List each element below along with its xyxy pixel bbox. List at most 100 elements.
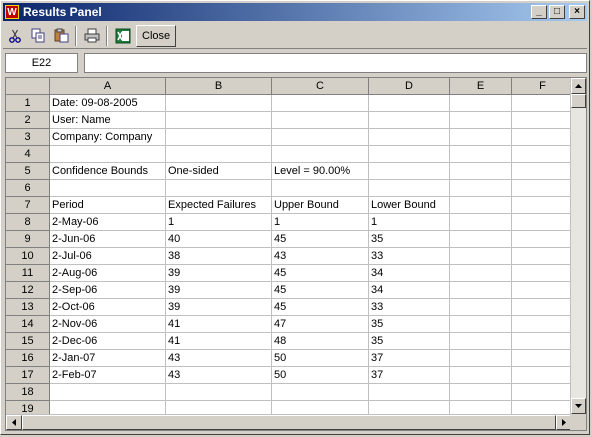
cell-f3[interactable] <box>512 129 574 146</box>
cell-e4[interactable] <box>450 146 512 163</box>
row-header[interactable]: 18 <box>6 384 50 401</box>
cell-b1[interactable] <box>166 95 272 112</box>
cell-name-box[interactable]: E22 <box>5 53 78 73</box>
cell-e7[interactable] <box>450 197 512 214</box>
row-header[interactable]: 1 <box>6 95 50 112</box>
column-header-a[interactable]: A <box>50 78 166 95</box>
cell-f11[interactable] <box>512 265 574 282</box>
cell-a17[interactable]: 2-Feb-07 <box>50 367 166 384</box>
cell-f14[interactable] <box>512 316 574 333</box>
cell-d6[interactable] <box>369 180 450 197</box>
cell-a5[interactable]: Confidence Bounds <box>50 163 166 180</box>
cell-b11[interactable]: 39 <box>166 265 272 282</box>
cell-e13[interactable] <box>450 299 512 316</box>
cell-e16[interactable] <box>450 350 512 367</box>
cell-d8[interactable]: 1 <box>369 214 450 231</box>
cell-b6[interactable] <box>166 180 272 197</box>
cell-f13[interactable] <box>512 299 574 316</box>
cell-e6[interactable] <box>450 180 512 197</box>
cell-e2[interactable] <box>450 112 512 129</box>
cell-a1[interactable]: Date: 09-08-2005 <box>50 95 166 112</box>
cell-c8[interactable]: 1 <box>272 214 369 231</box>
horizontal-scroll-thumb[interactable] <box>22 415 556 430</box>
cell-b5[interactable]: One-sided <box>166 163 272 180</box>
cell-a7[interactable]: Period <box>50 197 166 214</box>
cell-c13[interactable]: 45 <box>272 299 369 316</box>
cell-f18[interactable] <box>512 384 574 401</box>
cell-d12[interactable]: 34 <box>369 282 450 299</box>
row-header[interactable]: 14 <box>6 316 50 333</box>
row-header[interactable]: 8 <box>6 214 50 231</box>
cell-f6[interactable] <box>512 180 574 197</box>
cell-d14[interactable]: 35 <box>369 316 450 333</box>
close-window-button[interactable]: × <box>569 5 585 19</box>
vertical-scrollbar[interactable] <box>570 78 586 430</box>
cell-b4[interactable] <box>166 146 272 163</box>
row-header[interactable]: 15 <box>6 333 50 350</box>
cell-e9[interactable] <box>450 231 512 248</box>
column-header-c[interactable]: C <box>272 78 369 95</box>
cell-c1[interactable] <box>272 95 369 112</box>
row-header[interactable]: 12 <box>6 282 50 299</box>
cell-f10[interactable] <box>512 248 574 265</box>
cell-f4[interactable] <box>512 146 574 163</box>
column-header-e[interactable]: E <box>450 78 512 95</box>
cell-a18[interactable] <box>50 384 166 401</box>
cell-d16[interactable]: 37 <box>369 350 450 367</box>
cell-e11[interactable] <box>450 265 512 282</box>
cell-c15[interactable]: 48 <box>272 333 369 350</box>
formula-input[interactable] <box>84 53 587 73</box>
copy-button[interactable] <box>27 25 49 47</box>
cell-e14[interactable] <box>450 316 512 333</box>
cell-e17[interactable] <box>450 367 512 384</box>
cell-f12[interactable] <box>512 282 574 299</box>
column-header-d[interactable]: D <box>369 78 450 95</box>
cell-e12[interactable] <box>450 282 512 299</box>
cell-d10[interactable]: 33 <box>369 248 450 265</box>
cell-c17[interactable]: 50 <box>272 367 369 384</box>
cell-f16[interactable] <box>512 350 574 367</box>
horizontal-scrollbar[interactable] <box>6 414 572 430</box>
cell-a11[interactable]: 2-Aug-06 <box>50 265 166 282</box>
cell-e15[interactable] <box>450 333 512 350</box>
cell-c18[interactable] <box>272 384 369 401</box>
cell-b12[interactable]: 39 <box>166 282 272 299</box>
row-header[interactable]: 6 <box>6 180 50 197</box>
scroll-down-button[interactable] <box>571 398 586 414</box>
cell-b10[interactable]: 38 <box>166 248 272 265</box>
cell-a2[interactable]: User: Name <box>50 112 166 129</box>
cell-b8[interactable]: 1 <box>166 214 272 231</box>
cell-e10[interactable] <box>450 248 512 265</box>
cell-a9[interactable]: 2-Jun-06 <box>50 231 166 248</box>
print-button[interactable] <box>81 25 103 47</box>
row-header[interactable]: 2 <box>6 112 50 129</box>
cell-f15[interactable] <box>512 333 574 350</box>
row-header[interactable]: 7 <box>6 197 50 214</box>
row-header[interactable]: 13 <box>6 299 50 316</box>
cell-f8[interactable] <box>512 214 574 231</box>
cell-d18[interactable] <box>369 384 450 401</box>
cell-b18[interactable] <box>166 384 272 401</box>
cell-c2[interactable] <box>272 112 369 129</box>
row-header[interactable]: 10 <box>6 248 50 265</box>
cell-c16[interactable]: 50 <box>272 350 369 367</box>
cell-d9[interactable]: 35 <box>369 231 450 248</box>
cell-b9[interactable]: 40 <box>166 231 272 248</box>
cell-f9[interactable] <box>512 231 574 248</box>
row-header[interactable]: 5 <box>6 163 50 180</box>
cell-a3[interactable]: Company: Company <box>50 129 166 146</box>
cell-c14[interactable]: 47 <box>272 316 369 333</box>
cell-b7[interactable]: Expected Failures <box>166 197 272 214</box>
cell-d7[interactable]: Lower Bound <box>369 197 450 214</box>
cell-f2[interactable] <box>512 112 574 129</box>
cell-e1[interactable] <box>450 95 512 112</box>
cell-d17[interactable]: 37 <box>369 367 450 384</box>
minimize-button[interactable]: _ <box>531 5 547 19</box>
vertical-scroll-thumb[interactable] <box>571 94 586 108</box>
row-header[interactable]: 16 <box>6 350 50 367</box>
cell-f1[interactable] <box>512 95 574 112</box>
cell-e5[interactable] <box>450 163 512 180</box>
row-header[interactable]: 3 <box>6 129 50 146</box>
cell-c11[interactable]: 45 <box>272 265 369 282</box>
cell-c6[interactable] <box>272 180 369 197</box>
